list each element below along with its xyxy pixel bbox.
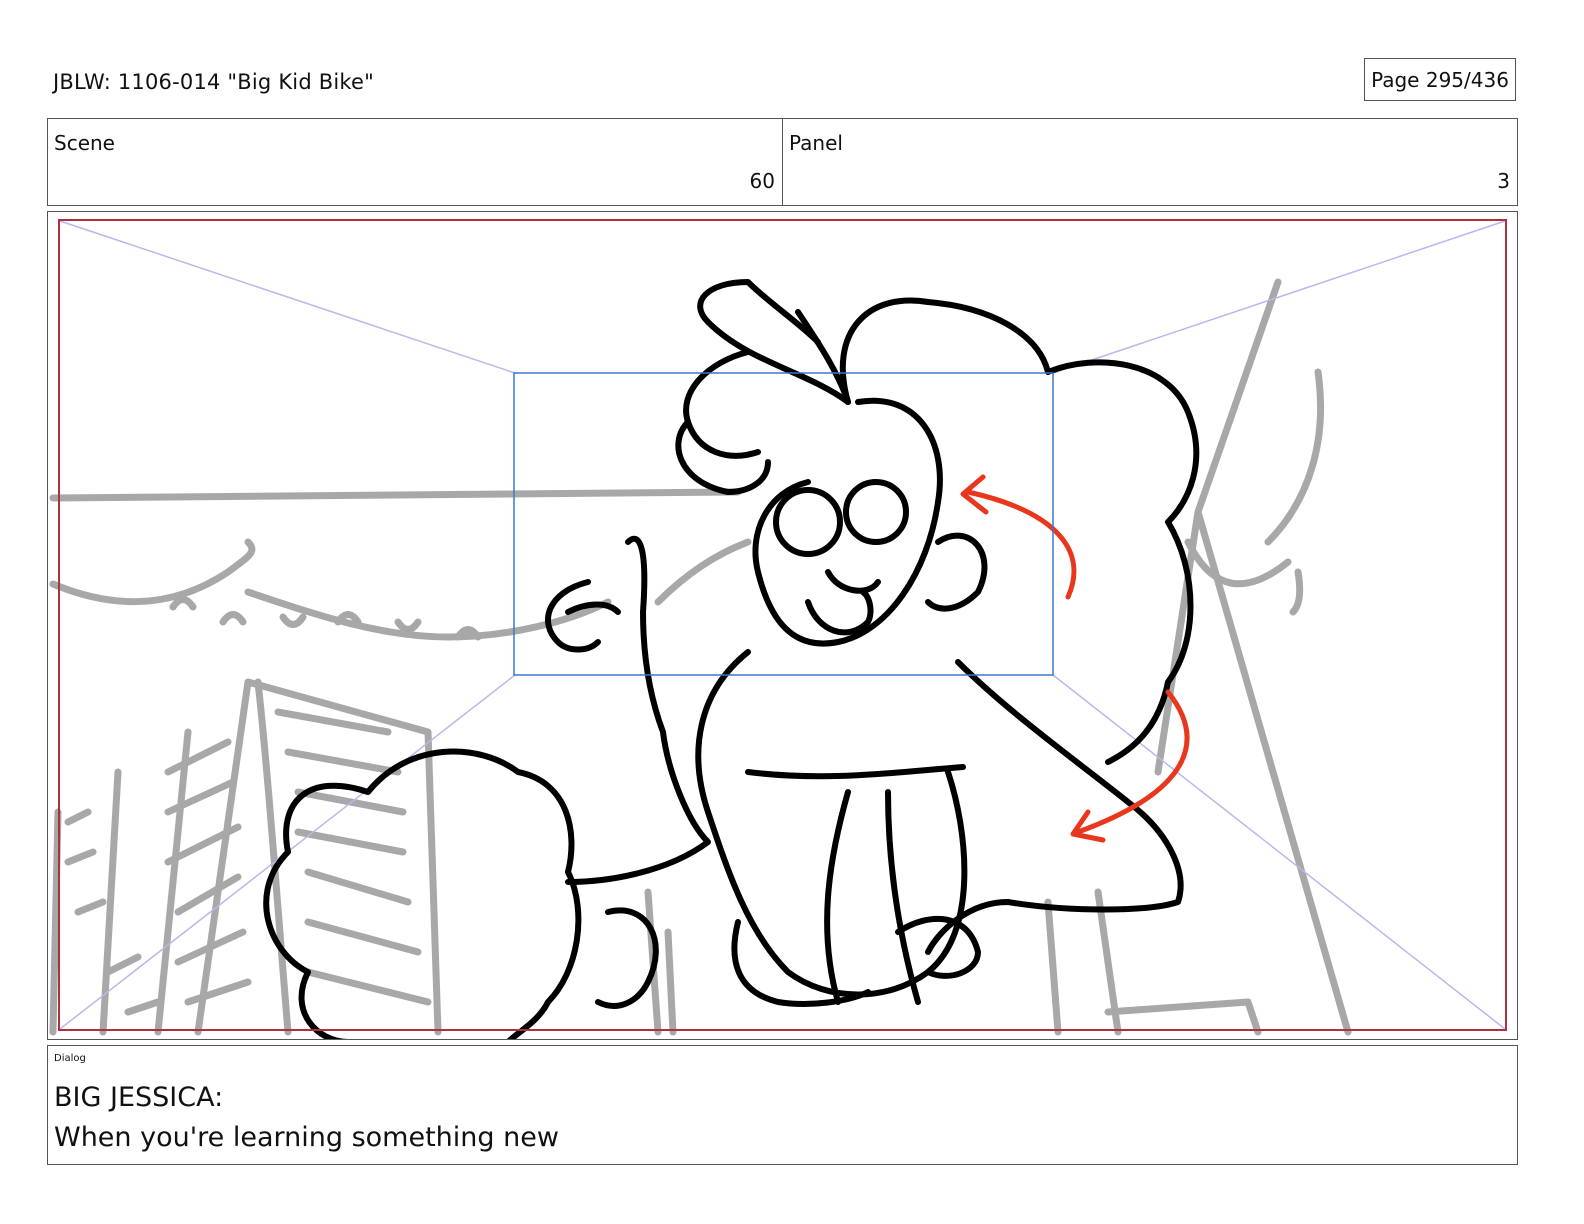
panel-cell: Panel 3 bbox=[783, 119, 1517, 205]
storyboard-drawing bbox=[49, 219, 1507, 1039]
storyboard-title: JBLW: 1106-014 "Big Kid Bike" bbox=[53, 70, 374, 94]
background-sketch bbox=[49, 278, 1352, 1036]
character-line-art bbox=[263, 279, 1200, 1039]
scene-number: 60 bbox=[749, 169, 775, 193]
motion-arrows bbox=[960, 474, 1190, 843]
scene-panel-info: Scene 60 Panel 3 bbox=[47, 118, 1518, 206]
panel-number: 3 bbox=[1497, 169, 1510, 193]
dialog-speaker: BIG JESSICA: bbox=[54, 1082, 224, 1113]
scene-cell: Scene 60 bbox=[48, 119, 783, 205]
dialog-box: Dialog BIG JESSICA: When you're learning… bbox=[47, 1045, 1518, 1165]
panel-label: Panel bbox=[789, 131, 843, 155]
scene-label: Scene bbox=[54, 131, 115, 155]
dialog-line: When you're learning something new bbox=[54, 1122, 559, 1153]
page-counter: Page 295/436 bbox=[1364, 58, 1516, 101]
dialog-label: Dialog bbox=[54, 1053, 86, 1064]
storyboard-frame bbox=[47, 211, 1518, 1040]
